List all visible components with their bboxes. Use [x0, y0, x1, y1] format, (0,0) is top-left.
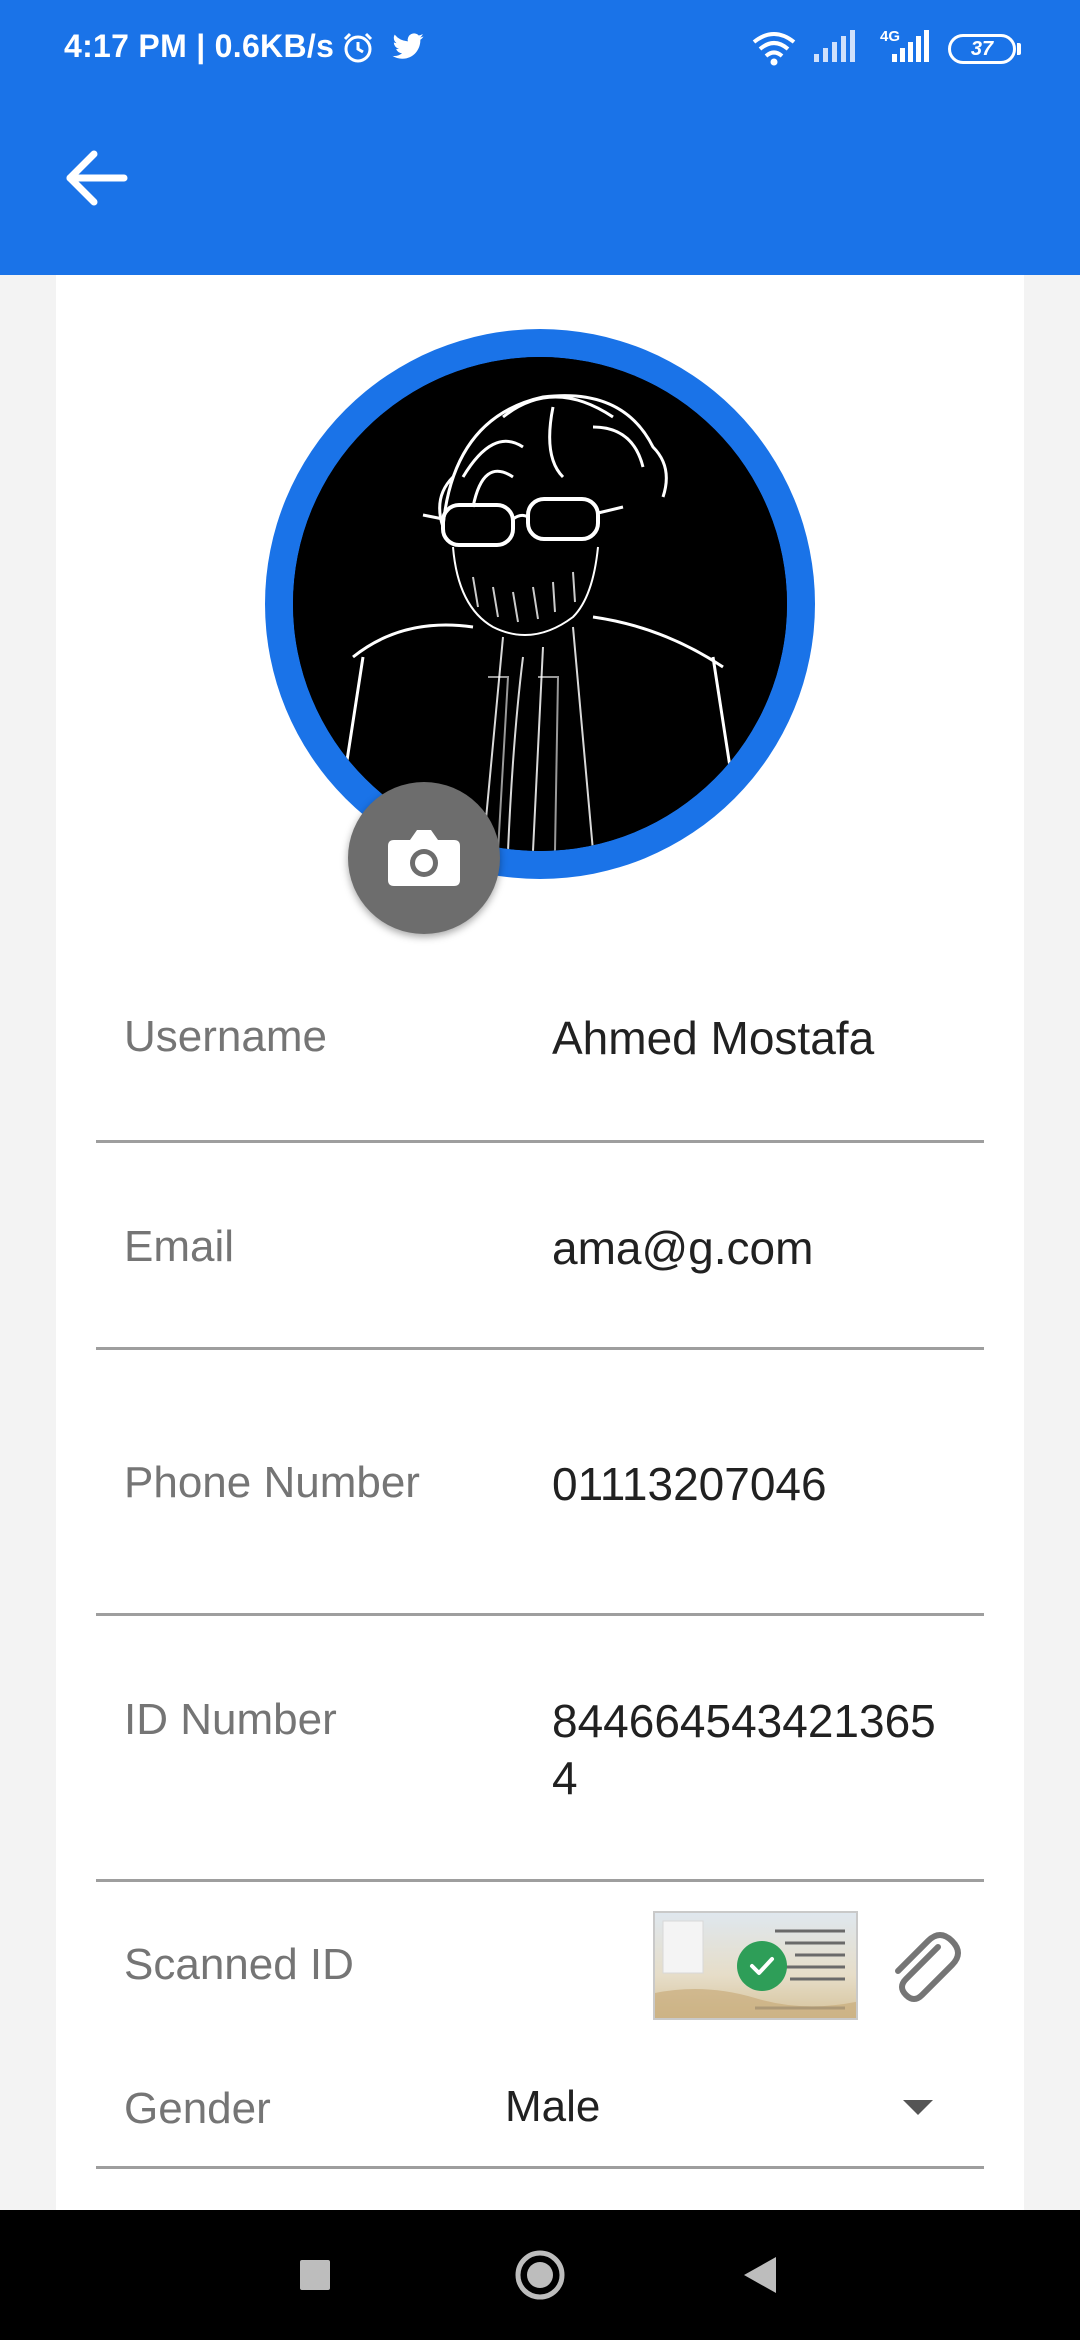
username-label: Username: [124, 1012, 327, 1061]
id-number-value: 8446645434213654: [552, 1695, 936, 1804]
gender-label: Gender: [124, 2084, 271, 2133]
gender-dropdown[interactable]: Male: [505, 2082, 600, 2132]
back-icon[interactable]: [725, 2210, 795, 2340]
id-number-divider: [96, 1879, 984, 1882]
battery-icon: 37: [948, 34, 1016, 64]
wifi-icon: [752, 32, 796, 66]
id-number-label: ID Number: [124, 1695, 337, 1744]
battery-nub: [1017, 43, 1021, 55]
camera-icon: [388, 830, 460, 886]
dropdown-arrow-icon[interactable]: [903, 2100, 933, 2115]
email-label: Email: [124, 1222, 235, 1271]
signal-4g-icon: [892, 30, 929, 62]
change-photo-button[interactable]: [348, 782, 500, 934]
paperclip-icon[interactable]: [878, 1925, 968, 2015]
app-bar: 4:17 PM | 0.6KB/s 4G 37: [0, 0, 1080, 275]
username-value: Ahmed Mostafa: [552, 1012, 875, 1064]
phone-value: 01113207046: [552, 1458, 827, 1510]
system-nav-bar: [0, 2210, 1080, 2340]
home-icon[interactable]: [500, 2210, 580, 2340]
email-value: ama@g.com: [552, 1222, 814, 1274]
phone-label: Phone Number: [124, 1458, 420, 1507]
signal-icon: [814, 30, 855, 62]
scanned-id-label: Scanned ID: [124, 1940, 354, 1989]
alarm-icon: [343, 32, 373, 63]
username-divider: [96, 1140, 984, 1143]
twitter-icon: [392, 33, 424, 59]
scanned-id-thumbnail[interactable]: [653, 1911, 858, 2020]
profile-sketch-image: [293, 357, 787, 851]
recent-apps-icon[interactable]: [280, 2210, 350, 2340]
status-time: 4:17 PM | 0.6KB/s: [64, 28, 335, 64]
gender-divider: [96, 2166, 984, 2169]
phone-divider: [96, 1613, 984, 1616]
check-icon: [737, 1941, 787, 1991]
arrow-back-icon[interactable]: [56, 140, 136, 220]
avatar[interactable]: [293, 357, 787, 851]
email-divider: [96, 1347, 984, 1350]
